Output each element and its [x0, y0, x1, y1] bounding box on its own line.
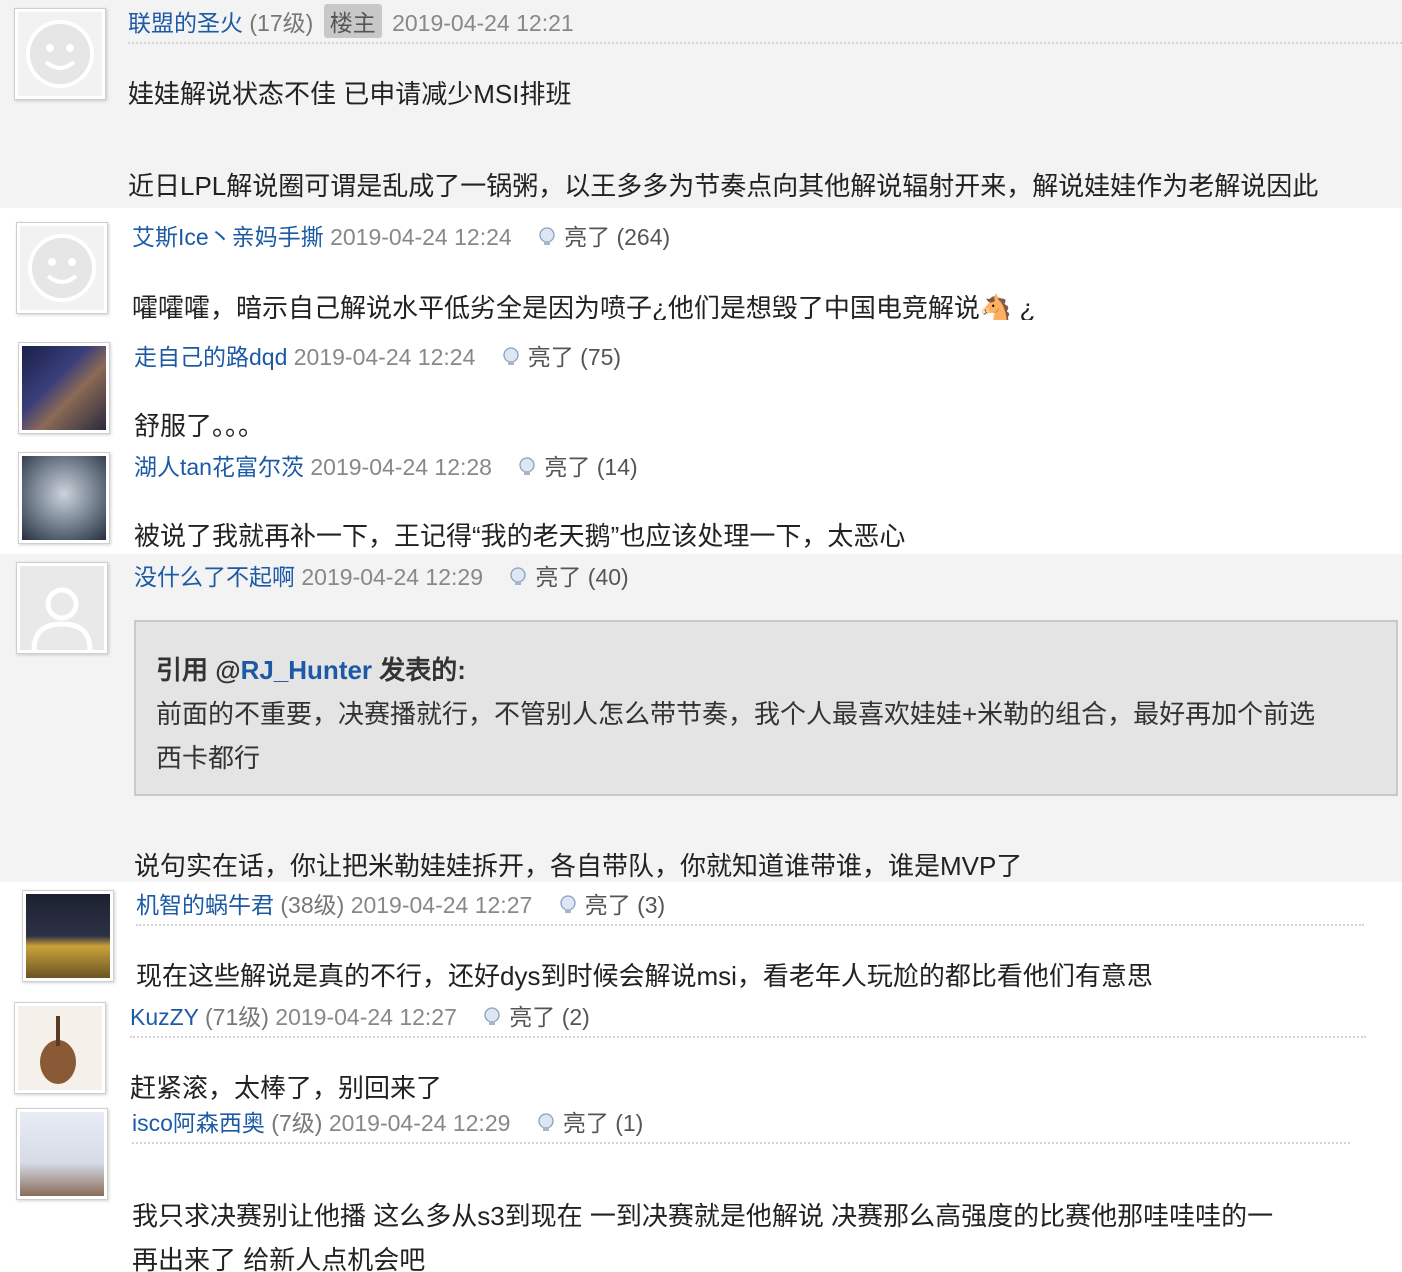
username-link[interactable]: 机智的蜗牛君: [136, 892, 274, 918]
light-count: (40): [587, 564, 629, 590]
smiley-icon: [20, 226, 104, 310]
light-label[interactable]: 亮了: [585, 892, 631, 918]
light-label[interactable]: 亮了: [563, 1110, 609, 1136]
username-link[interactable]: KuzZY: [130, 1004, 199, 1030]
lightbulb-icon[interactable]: [557, 894, 579, 916]
username-link[interactable]: 联盟的圣火: [128, 10, 243, 36]
username-link[interactable]: 湖人tan花富尔茨: [134, 454, 304, 480]
avatar-default-smiley[interactable]: [16, 222, 108, 314]
light-count: (14): [596, 454, 638, 480]
post-time: 2019-04-24 12:28: [310, 454, 492, 480]
username-link[interactable]: isco阿森西奥: [132, 1110, 265, 1136]
quote-suffix: 发表的:: [372, 655, 466, 685]
lightbulb-icon[interactable]: [535, 1112, 557, 1134]
user-level: (7级): [271, 1110, 323, 1136]
post-8: isco阿森西奥 (7级) 2019-04-24 12:29 亮了 (1) 我只…: [0, 1104, 1402, 1272]
post-2: 艾斯Ice丶亲妈手撕 2019-04-24 12:24 亮了 (264) 嚯嚯嚯…: [0, 208, 1402, 320]
post-time: 2019-04-24 12:29: [301, 564, 483, 590]
avatar-basketball-player[interactable]: [22, 890, 114, 982]
user-level: (17级): [249, 10, 314, 36]
light-count: (2): [561, 1004, 590, 1030]
quote-text-line: 前面的不重要，决赛播就行，不管别人怎么带节奏，我个人最喜欢娃娃+米勒的组合，最好…: [156, 699, 1316, 729]
post-6: 机智的蜗牛君 (38级) 2019-04-24 12:27 亮了 (3) 现在这…: [0, 882, 1402, 996]
post-7: KuzZY (71级) 2019-04-24 12:27 亮了 (2) 赶紧滚，…: [0, 996, 1402, 1104]
quote-username-link[interactable]: RJ_Hunter: [241, 655, 372, 685]
post-body-text: 我只求决赛别让他播 这么多从s3到现在 一到决赛就是他解说 决赛那么高强度的比赛…: [132, 1201, 1274, 1231]
separator: [128, 42, 1402, 44]
person-icon: [20, 566, 104, 650]
post-1: 联盟的圣火 (17级) 楼主 2019-04-24 12:21 娃娃解说状态不佳…: [0, 0, 1402, 208]
light-label[interactable]: 亮了: [528, 344, 574, 370]
post-meta: 艾斯Ice丶亲妈手撕 2019-04-24 12:24 亮了 (264): [132, 218, 670, 252]
post-3: 走自己的路dqd 2019-04-24 12:24 亮了 (75) 舒服了。。。: [0, 320, 1402, 442]
post-body-text: 被说了我就再补一下，王记得“我的老天鹅”也应该处理一下，太恶心: [134, 521, 906, 551]
light-label[interactable]: 亮了: [535, 564, 581, 590]
light-count: (75): [580, 344, 622, 370]
light-count: (264): [616, 224, 671, 250]
light-label[interactable]: 亮了: [564, 224, 610, 250]
lightbulb-icon[interactable]: [507, 566, 529, 588]
lightbulb-icon[interactable]: [500, 346, 522, 368]
username-link[interactable]: 走自己的路dqd: [134, 344, 287, 370]
post-meta: 联盟的圣火 (17级) 楼主 2019-04-24 12:21: [128, 4, 574, 38]
post-body-text: 舒服了。。。: [134, 411, 265, 441]
post-time: 2019-04-24 12:21: [392, 10, 574, 36]
user-level: (71级): [205, 1004, 269, 1030]
username-link[interactable]: 艾斯Ice丶亲妈手撕: [132, 224, 324, 250]
username-link[interactable]: 没什么了不起啊: [134, 564, 295, 590]
lightbulb-icon[interactable]: [481, 1006, 503, 1028]
post-body-text: 近日LPL解说圈可谓是乱成了一锅粥，以王多多为节奏点向其他解说辐射开来，解说娃娃…: [128, 171, 1319, 201]
avatar-default-smiley[interactable]: [14, 8, 106, 100]
quote-text-line: 西卡都行: [156, 743, 261, 773]
separator: [136, 924, 1364, 926]
user-level: (38级): [280, 892, 345, 918]
avatar-headphones[interactable]: [18, 452, 110, 544]
post-time: 2019-04-24 12:24: [330, 224, 512, 250]
player-avatar-image: [26, 894, 110, 978]
avatar-default-person[interactable]: [16, 562, 108, 654]
post-body-text: 现在这些解说是真的不行，还好dys到时候会解说msi，看老年人玩尬的都比看他们有…: [136, 961, 1153, 991]
post-body-text: 赶紧滚，太棒了，别回来了: [130, 1073, 443, 1103]
op-badge: 楼主: [323, 4, 382, 38]
post-body-text: 说句实在话，你让把米勒娃娃拆开，各自带队，你就知道谁带谁，谁是MVP了: [134, 851, 1023, 881]
separator: [130, 1036, 1366, 1038]
post-time: 2019-04-24 12:27: [275, 1004, 457, 1030]
quote-block: 引用 @RJ_Hunter 发表的: 前面的不重要，决赛播就行，不管别人怎么带节…: [134, 620, 1398, 796]
post-meta: 机智的蜗牛君 (38级) 2019-04-24 12:27 亮了 (3): [136, 886, 665, 920]
avatar-cello-drawing[interactable]: [14, 1002, 106, 1094]
quote-prefix: 引用 @: [156, 655, 241, 685]
post-meta: 没什么了不起啊 2019-04-24 12:29 亮了 (40): [134, 558, 629, 592]
light-count: (3): [637, 892, 666, 918]
post-meta: 走自己的路dqd 2019-04-24 12:24 亮了 (75): [134, 338, 621, 372]
avatar-anime[interactable]: [18, 342, 110, 434]
post-time: 2019-04-24 12:29: [328, 1110, 511, 1136]
light-label[interactable]: 亮了: [509, 1004, 555, 1030]
lightbulb-icon[interactable]: [536, 226, 558, 248]
post-title-text: 娃娃解说状态不佳 已申请减少MSI排班: [128, 79, 572, 109]
light-label[interactable]: 亮了: [544, 454, 590, 480]
smiley-icon: [18, 12, 102, 96]
post-body-text: 嚯嚯嚯，暗示自己解说水平低劣全是因为喷子¿他们是想毁了中国电竞解说🐴 ¿: [132, 293, 1036, 320]
post-time: 2019-04-24 12:24: [293, 344, 476, 370]
photo-avatar-image: [20, 1112, 104, 1196]
separator: [132, 1142, 1350, 1144]
post-meta: isco阿森西奥 (7级) 2019-04-24 12:29 亮了 (1): [132, 1104, 643, 1138]
avatar-photo[interactable]: [16, 1108, 108, 1200]
post-meta: KuzZY (71级) 2019-04-24 12:27 亮了 (2): [130, 998, 590, 1032]
cello-drawing-image: [18, 1006, 102, 1090]
post-time: 2019-04-24 12:27: [350, 892, 533, 918]
lightbulb-icon[interactable]: [516, 456, 538, 478]
post-meta: 湖人tan花富尔茨 2019-04-24 12:28 亮了 (14): [134, 448, 638, 482]
anime-avatar-image: [22, 346, 106, 430]
post-body-text: 再出来了 给新人点机会吧: [132, 1245, 426, 1272]
quote-header: 引用 @RJ_Hunter 发表的:: [156, 650, 466, 687]
post-5: 没什么了不起啊 2019-04-24 12:29 亮了 (40) 引用 @RJ_…: [0, 554, 1402, 882]
headphones-avatar-image: [22, 456, 106, 540]
light-count: (1): [615, 1110, 644, 1136]
post-4: 湖人tan花富尔茨 2019-04-24 12:28 亮了 (14) 被说了我就…: [0, 442, 1402, 554]
